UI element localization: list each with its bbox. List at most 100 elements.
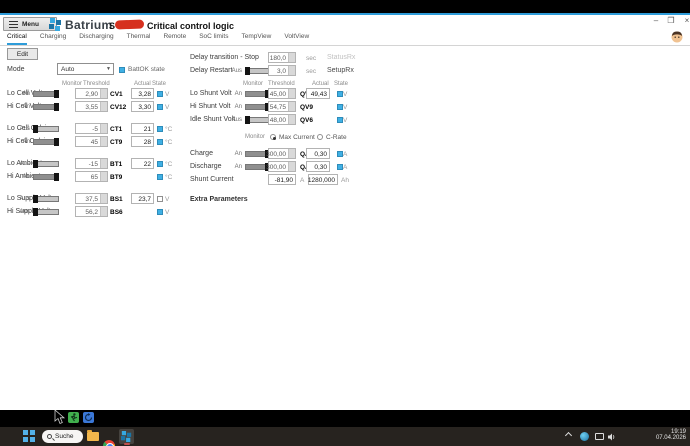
brand-name: Batrium <box>65 18 112 32</box>
threshold-input[interactable]: 56,2 <box>75 206 108 217</box>
param-row: ChargeAn300,00QA60,30A <box>0 148 690 160</box>
tab-voltview[interactable]: VoltView <box>284 33 309 45</box>
threshold-input[interactable]: 37,5 <box>75 193 108 204</box>
sensor-id-label: BS1 <box>110 196 123 203</box>
delay-stop-input[interactable]: 180,0 <box>268 52 296 63</box>
tab-discharging[interactable]: Discharging <box>79 33 113 45</box>
header-threshold: Threshold <box>268 81 295 87</box>
tab-tempview[interactable]: TempView <box>241 33 271 45</box>
unit-label: V <box>165 196 169 203</box>
header-threshold: Threshold <box>83 81 110 87</box>
sensor-id-label: QV9 <box>300 104 313 111</box>
shunt-current-row: Shunt Current -81,90 A 1280,000 Ah <box>0 174 690 186</box>
param-row: Hi Shunt VoltAn54,75QV9V <box>0 101 690 113</box>
c-rate-label: C-Rate <box>326 134 347 141</box>
state-checkbox[interactable] <box>157 209 163 215</box>
max-current-radio[interactable] <box>270 134 276 140</box>
monitor-toggle-slider[interactable] <box>245 90 270 98</box>
toggle-state-label: An <box>224 164 242 170</box>
tab-soc-limits[interactable]: SoC limits <box>199 33 228 45</box>
file-explorer-icon[interactable] <box>87 432 99 441</box>
batrium-logo-icon <box>49 18 62 31</box>
toggle-state-label: Aus <box>224 117 242 123</box>
param-row: DischargeAn300,00QA10,30A <box>0 161 690 173</box>
chrome-icon[interactable] <box>103 440 115 446</box>
chevron-up-icon[interactable] <box>565 432 572 439</box>
taskbar-clock[interactable]: 19:19 07.04.2026 <box>640 429 686 441</box>
monitor-toggle-slider[interactable] <box>33 208 59 216</box>
tab-bar: Critical Charging Discharging Thermal Remote… <box>7 33 309 45</box>
tab-remote[interactable]: Remote <box>163 33 186 45</box>
monitor-toggle-slider[interactable] <box>245 103 270 111</box>
threshold-input[interactable]: 45,00 <box>268 88 296 99</box>
monitor-tray-icon[interactable] <box>595 433 604 440</box>
shunt-capacity-field: 1280,000 <box>308 174 338 185</box>
toggle-state-label: Aus <box>12 209 30 215</box>
actual-value-field: 0,30 <box>306 161 330 172</box>
redaction-scribble <box>115 19 144 29</box>
search-icon <box>47 434 52 439</box>
actual-value-field: 49,43 <box>306 88 330 99</box>
top-black-strip <box>0 0 690 13</box>
header-actual: Actual <box>134 81 151 87</box>
unit-label: V <box>343 104 347 111</box>
sync-app-icon[interactable] <box>83 412 94 423</box>
unit-label: V <box>343 117 347 124</box>
shunt-current-value-field: -81,90 <box>268 174 296 185</box>
close-button[interactable]: × <box>681 16 690 25</box>
active-app-indicator <box>124 443 130 445</box>
delay-stop-label: Delay transition - Stop <box>190 54 259 61</box>
toggle-state-label: Aus <box>224 68 242 74</box>
header-state: State <box>334 81 348 87</box>
tab-critical[interactable]: Critical <box>7 33 27 45</box>
param-row: Idle Shunt VoltAus48,00QV6V <box>0 114 690 126</box>
unit-label: V <box>165 209 169 216</box>
clock-date: 07.04.2026 <box>640 435 686 441</box>
user-avatar-icon[interactable] <box>671 31 683 43</box>
header-actual: Actual <box>312 81 329 87</box>
param-label: Charge <box>190 150 213 157</box>
hamburger-icon <box>9 21 18 28</box>
delay-stop-unit: sec <box>306 55 316 62</box>
delay-restart-input[interactable]: 3,0 <box>268 65 296 76</box>
runner-app-icon[interactable] <box>68 412 79 423</box>
c-rate-radio[interactable] <box>317 134 323 140</box>
threshold-input[interactable]: 54,75 <box>268 101 296 112</box>
mouse-cursor-icon <box>54 410 66 425</box>
sensor-id-label: QV6 <box>300 117 313 124</box>
tab-thermal[interactable]: Thermal <box>127 33 151 45</box>
speaker-icon[interactable] <box>608 433 616 441</box>
threshold-input[interactable]: 48,00 <box>268 114 296 125</box>
header-monitor: Monitor <box>243 81 263 87</box>
monitor-toggle-slider[interactable] <box>245 67 270 75</box>
maximize-button[interactable]: ❐ <box>665 16 677 25</box>
batrium-tray-icon[interactable] <box>580 432 589 441</box>
threshold-input[interactable]: 300,00 <box>268 148 296 159</box>
param-label: Discharge <box>190 163 222 170</box>
shunt-current-label: Shunt Current <box>190 176 234 183</box>
tab-charging[interactable]: Charging <box>40 33 66 45</box>
shunt-current-unit: A <box>300 177 304 184</box>
delay-stop-row: Delay transition - Stop 180,0 sec Status… <box>0 52 690 64</box>
start-button[interactable] <box>23 430 35 442</box>
statusrx-label: StatusRx <box>327 54 355 61</box>
actual-value-field: 0,30 <box>306 148 330 159</box>
minimize-button[interactable]: – <box>650 16 662 25</box>
unit-label: A <box>343 151 347 158</box>
toggle-state-label: An <box>224 91 242 97</box>
max-current-label: Max Current <box>279 134 315 141</box>
desktop-screen: Menu Batrium S Critical control logic – … <box>0 0 690 446</box>
monitor-selector-row: Monitor Max Current C-Rate <box>0 132 690 144</box>
batrium-taskbar-icon[interactable] <box>119 429 134 444</box>
monitor-toggle-slider[interactable] <box>33 195 59 203</box>
unit-label: A <box>343 164 347 171</box>
unit-label: V <box>343 91 347 98</box>
threshold-input[interactable]: 300,00 <box>268 161 296 172</box>
menu-button-label: Menu <box>22 21 39 28</box>
monitor-toggle-slider[interactable] <box>245 116 270 124</box>
param-row: Hi Supply VoltAus56,2BS6V <box>0 206 690 218</box>
search-input[interactable]: Suche <box>42 430 83 443</box>
state-checkbox[interactable] <box>157 196 163 202</box>
page-title: Critical control logic <box>147 21 234 31</box>
desktop-strip <box>0 410 690 427</box>
